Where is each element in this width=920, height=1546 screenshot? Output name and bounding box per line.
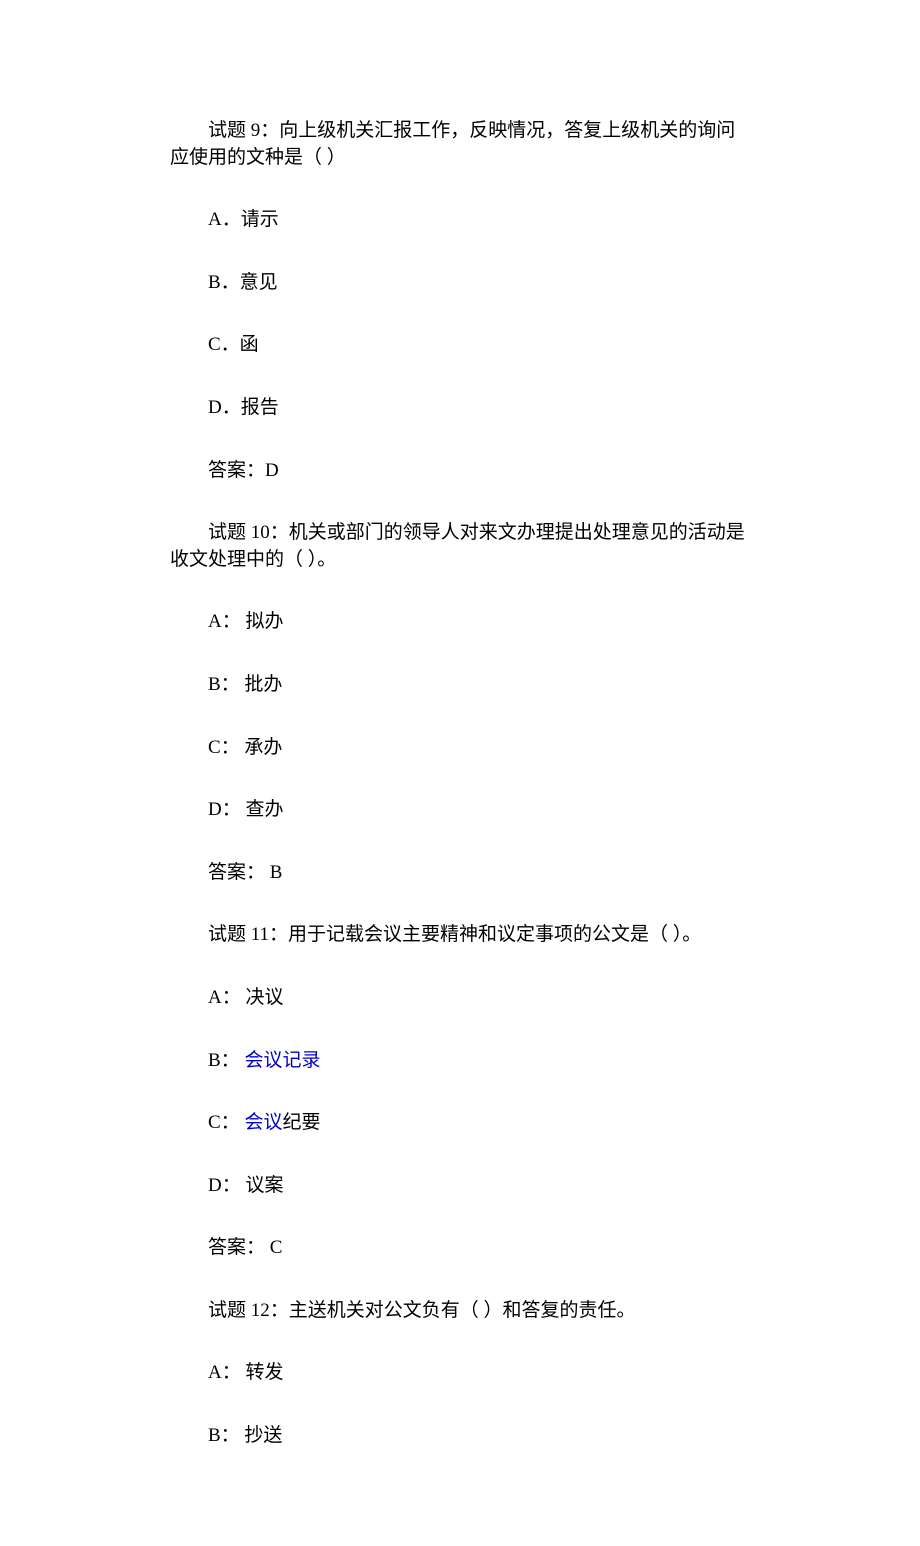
question-9-option-d: D．报告	[170, 395, 750, 422]
meeting-link[interactable]: 会议	[244, 1112, 282, 1133]
question-9-text: 试题 9：向上级机关汇报工作，反映情况，答复上级机关的询问应使用的文种是（ ）	[170, 118, 750, 171]
question-10: 试题 10：机关或部门的领导人对来文办理提出处理意见的活动是收文处理中的（ ）。…	[170, 520, 750, 886]
question-10-option-c: C： 承办	[170, 735, 750, 762]
question-12-option-b: B： 抄送	[170, 1423, 750, 1450]
question-11-option-c: C： 会议纪要	[170, 1110, 750, 1137]
question-9-option-b: B．意见	[170, 270, 750, 297]
question-11-option-b: B： 会议记录	[170, 1048, 750, 1075]
option-c-suffix: 纪要	[282, 1112, 320, 1133]
question-11-answer: 答案： C	[170, 1235, 750, 1262]
question-10-option-b: B： 批办	[170, 672, 750, 699]
question-9-option-c: C．函	[170, 332, 750, 359]
question-10-option-d: D： 查办	[170, 797, 750, 824]
meeting-record-link[interactable]: 会议记录	[244, 1050, 320, 1071]
question-12-option-a: A： 转发	[170, 1360, 750, 1387]
question-10-text: 试题 10：机关或部门的领导人对来文办理提出处理意见的活动是收文处理中的（ ）。	[170, 520, 750, 573]
question-11-text: 试题 11：用于记载会议主要精神和议定事项的公文是（ ）。	[170, 922, 750, 949]
question-11: 试题 11：用于记载会议主要精神和议定事项的公文是（ ）。 A： 决议 B： 会…	[170, 922, 750, 1262]
question-10-option-a: A： 拟办	[170, 609, 750, 636]
question-9: 试题 9：向上级机关汇报工作，反映情况，答复上级机关的询问应使用的文种是（ ） …	[170, 118, 750, 484]
option-b-prefix: B：	[208, 1050, 244, 1071]
question-12: 试题 12：主送机关对公文负有（ ）和答复的责任。 A： 转发 B： 抄送	[170, 1298, 750, 1450]
question-11-option-d: D： 议案	[170, 1173, 750, 1200]
question-10-answer: 答案： B	[170, 860, 750, 887]
question-9-answer: 答案：D	[170, 458, 750, 485]
question-9-option-a: A．请示	[170, 207, 750, 234]
question-11-option-a: A： 决议	[170, 985, 750, 1012]
option-c-prefix: C：	[208, 1112, 244, 1133]
